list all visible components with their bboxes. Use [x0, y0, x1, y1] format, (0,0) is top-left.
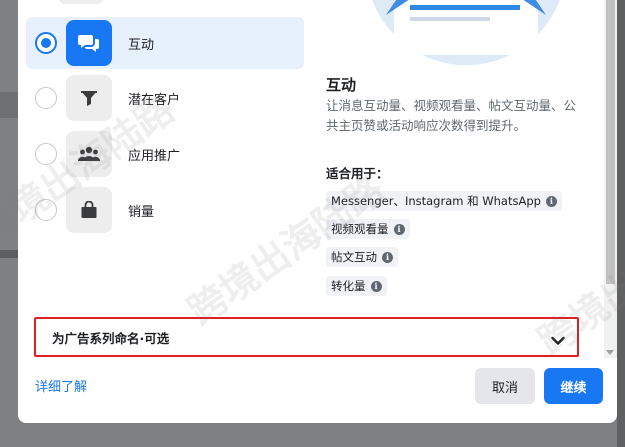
continue-button[interactable]: 继续: [544, 368, 603, 404]
background-edge: [617, 0, 625, 447]
objective-illustration: [366, 0, 566, 65]
campaign-name-label: 为广告系列命名·可选: [52, 330, 170, 346]
chip-label: Messenger、Instagram 和 WhatsApp: [331, 194, 541, 208]
campaign-name-dropdown[interactable]: 为广告系列命名·可选: [34, 317, 579, 357]
radio-unselected[interactable]: [35, 143, 57, 165]
learn-more-link[interactable]: 详细了解: [35, 376, 87, 395]
objective-row-partial[interactable]: [18, 0, 296, 8]
objective-row-app-promotion[interactable]: 应用推广: [26, 128, 304, 180]
objective-row-engagement[interactable]: 互动: [26, 17, 304, 69]
objective-label: 潜在客户: [128, 92, 181, 108]
funnel-icon: [66, 75, 112, 121]
chip-label: 帖文互动: [331, 250, 377, 264]
background-strip: [0, 250, 18, 258]
chat-bubbles-icon: [66, 20, 112, 66]
use-case-chip: Messenger、Instagram 和 WhatsApp i: [326, 191, 562, 211]
objective-row-sales[interactable]: 销量: [26, 184, 304, 236]
info-icon[interactable]: i: [382, 251, 393, 263]
objective-detail-title: 互动: [326, 76, 357, 94]
radio-selected[interactable]: [35, 32, 57, 54]
cancel-button[interactable]: 取消: [475, 368, 535, 404]
radio-unselected[interactable]: [35, 87, 57, 109]
fit-for-label: 适合用于：: [326, 166, 389, 181]
objective-icon: [58, 0, 104, 4]
info-icon[interactable]: i: [393, 223, 405, 235]
use-case-chip: 转化量 i: [326, 276, 387, 296]
objective-row-leads[interactable]: 潜在客户: [26, 72, 304, 124]
campaign-objective-dialog: 互动 潜在客户 应用推广 销量 互动 让消息互动量、视频观看量、帖文互动量、公共…: [18, 0, 617, 423]
scroll-down-arrow-icon[interactable]: [606, 350, 614, 355]
scrollbar-thumb[interactable]: [606, 0, 615, 284]
people-icon: [66, 131, 112, 177]
chip-label: 转化量: [331, 279, 366, 293]
chevron-down-icon: [551, 331, 565, 350]
shopping-bag-icon: [66, 187, 112, 233]
use-case-chip: 视频观看量 i: [326, 219, 410, 239]
objective-label: 互动: [128, 37, 155, 53]
chip-label: 视频观看量: [331, 222, 389, 236]
objective-detail-description: 让消息互动量、视频观看量、帖文互动量、公共主页赞或活动响应次数得到提升。: [326, 98, 577, 133]
radio-unselected[interactable]: [35, 199, 57, 221]
background-strip: [0, 92, 18, 118]
use-case-chip: 帖文互动 i: [326, 247, 398, 267]
info-icon[interactable]: i: [545, 195, 557, 207]
objective-label: 销量: [128, 204, 155, 220]
objective-label: 应用推广: [128, 148, 181, 164]
info-icon[interactable]: i: [370, 280, 382, 292]
